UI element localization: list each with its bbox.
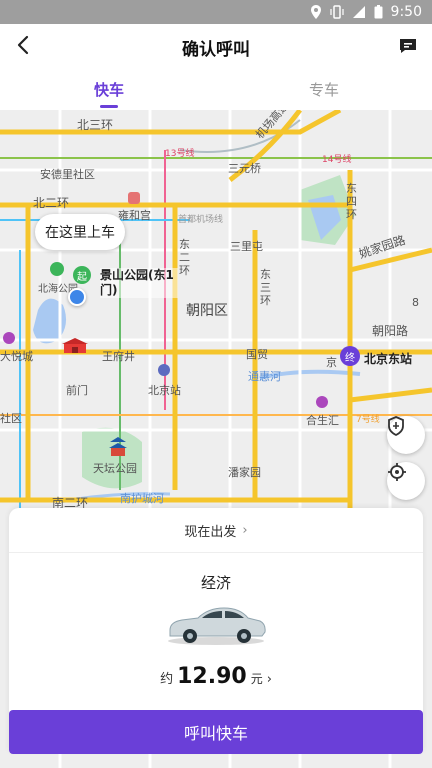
price-estimate[interactable]: 约 12.90 元 › (9, 664, 423, 689)
map-label: 前门 (66, 384, 88, 397)
message-icon (398, 39, 418, 60)
map-label: 安德里社区 (40, 168, 95, 181)
tab-indicator (100, 105, 118, 108)
battery-icon (374, 5, 383, 19)
map-label: 8 (412, 296, 419, 309)
message-button[interactable] (398, 36, 420, 58)
map-label: 潘家园 (228, 466, 261, 479)
map-label: 东四环 (346, 182, 357, 221)
tab-kuaiche[interactable]: 快车 (94, 79, 124, 100)
map-label: 王府井 (102, 350, 135, 363)
map-label: 东三环 (260, 268, 271, 307)
destination-label: 北京东站 (364, 352, 413, 366)
price-prefix: 约 (160, 672, 174, 687)
green-poi-icon (50, 262, 64, 276)
map-label: 京 (326, 356, 337, 369)
depart-time-selector[interactable]: 现在出发 › (9, 508, 423, 553)
location-icon (310, 5, 322, 19)
map-label: 7号线 (356, 415, 380, 425)
map-label: 合生汇 (306, 414, 339, 427)
map-label: 南护城河 (120, 492, 164, 505)
temple-of-heaven-icon (106, 436, 130, 458)
map-label: 北三环 (77, 118, 114, 132)
end-marker: 终 (340, 346, 360, 366)
pickup-bubble[interactable]: 在这里上车 (35, 214, 125, 250)
map-label: 北京站 (148, 384, 181, 397)
poi-icon (316, 396, 328, 408)
map-label: 国贸 (246, 348, 268, 361)
map-label: 北二环 (33, 196, 70, 210)
location-pin-icon (68, 288, 86, 306)
status-bar: 9:50 (0, 0, 432, 24)
poi-icon (128, 192, 140, 204)
map-label: 朝阳区 (186, 303, 228, 319)
poi-icon (3, 332, 15, 344)
vibrate-icon (329, 5, 344, 19)
safety-button[interactable] (387, 416, 425, 454)
map-label: 社区 (0, 412, 22, 425)
poi-icon (158, 364, 170, 376)
map-label: 雍和宫 (118, 209, 151, 222)
start-marker: 起 (73, 266, 91, 284)
call-car-button[interactable]: 呼叫快车 (9, 710, 423, 754)
header: 确认呼叫 (0, 24, 432, 70)
map-label: 三里屯 (230, 240, 263, 253)
map-label: 东二环 (179, 238, 190, 277)
car-type-label: 经济 (200, 574, 231, 592)
map-label: 天坛公园 (93, 462, 137, 475)
tiananmen-icon (60, 338, 90, 354)
depart-time-label: 现在出发 (184, 524, 237, 540)
pickup-poi-label: 景山公园(东1门) (100, 268, 178, 298)
signal-icon (352, 5, 366, 19)
map-label: 14号线 (322, 155, 352, 165)
locate-button[interactable] (387, 462, 425, 500)
map-label: 大悦城 (0, 350, 33, 363)
price-value: 12.90 (177, 664, 247, 689)
chevron-right-icon: › (266, 672, 272, 687)
map-label: 13号线 (165, 149, 195, 159)
map-label: 首都机场线 (178, 215, 224, 225)
chevron-right-icon: › (242, 522, 248, 538)
price-unit: 元 (250, 672, 263, 686)
map-label: 通惠河 (248, 370, 281, 383)
tab-zhuanche[interactable]: 专车 (309, 79, 339, 100)
service-tabs: 快车 专车 (0, 70, 432, 110)
status-time: 9:50 (390, 4, 422, 20)
map-label: 朝阳路 (372, 324, 409, 338)
car-image (164, 600, 268, 646)
map-label: 三元桥 (228, 162, 261, 175)
page-title: 确认呼叫 (182, 40, 250, 60)
